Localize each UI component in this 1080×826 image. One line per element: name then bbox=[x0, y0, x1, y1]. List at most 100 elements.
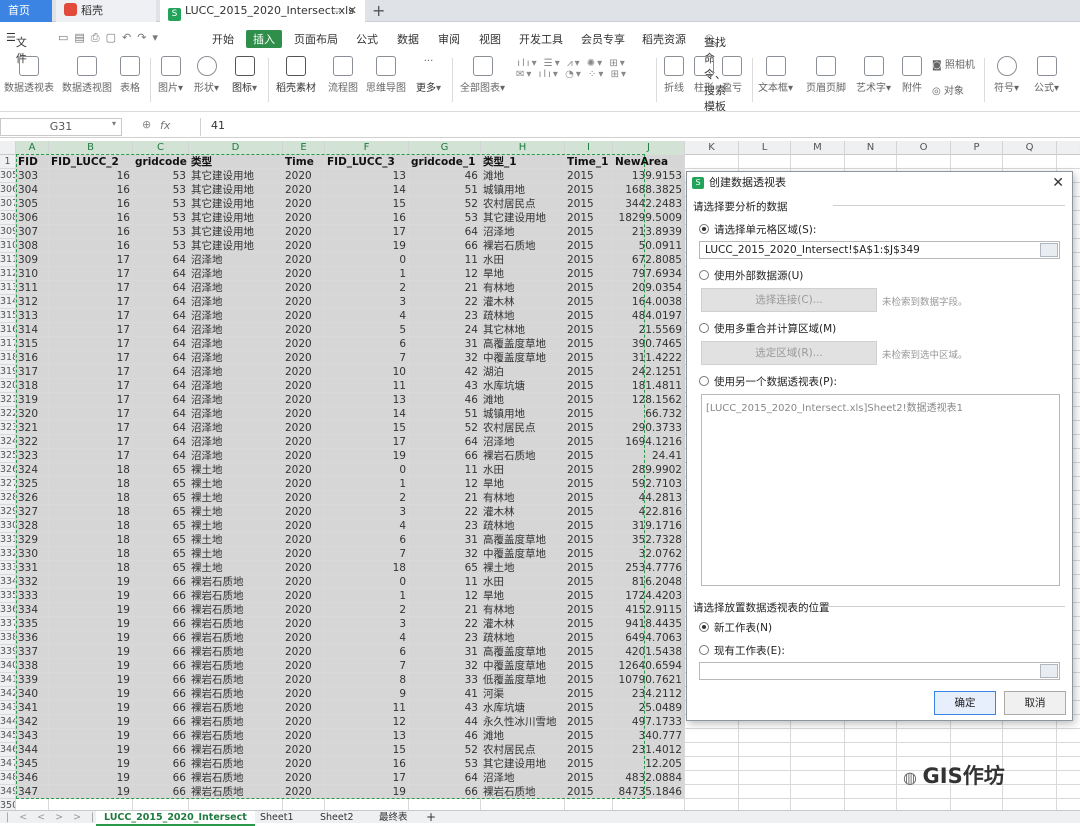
table-cell[interactable]: 65 bbox=[133, 463, 189, 477]
table-cell[interactable]: 沼泽地 bbox=[189, 435, 283, 449]
row-number[interactable]: 329 bbox=[0, 505, 16, 519]
table-cell[interactable]: 裸岩石质地 bbox=[189, 631, 283, 645]
table-cell[interactable]: 2015 bbox=[565, 729, 613, 743]
table-cell[interactable]: 沼泽地 bbox=[189, 407, 283, 421]
table-cell[interactable]: 311.4222 bbox=[613, 351, 685, 365]
row-number[interactable]: 333 bbox=[0, 561, 16, 575]
pivot-chart-button[interactable]: 数据透视图 bbox=[62, 56, 112, 94]
row-number[interactable]: 347 bbox=[0, 757, 16, 771]
radio-existing-sheet[interactable]: 现有工作表(E): bbox=[699, 643, 785, 658]
row-number[interactable]: 343 bbox=[0, 701, 16, 715]
table-cell[interactable]: 其它建设用地 bbox=[189, 225, 283, 239]
table-cell[interactable]: 2015 bbox=[565, 645, 613, 659]
table-cell[interactable]: 2015 bbox=[565, 547, 613, 561]
table-cell[interactable] bbox=[1003, 729, 1057, 743]
table-cell[interactable]: 2020 bbox=[283, 337, 325, 351]
table-cell[interactable]: 8 bbox=[325, 673, 409, 687]
table-cell[interactable]: 320 bbox=[16, 407, 49, 421]
table-cell[interactable]: 2020 bbox=[283, 519, 325, 533]
table-cell[interactable]: 64 bbox=[133, 351, 189, 365]
table-cell[interactable]: 84735.1846 bbox=[613, 785, 685, 799]
table-cell[interactable]: 疏林地 bbox=[481, 519, 565, 533]
table-cell[interactable]: 66 bbox=[133, 589, 189, 603]
table-cell[interactable]: 53 bbox=[133, 197, 189, 211]
table-cell[interactable]: 289.9902 bbox=[613, 463, 685, 477]
table-cell[interactable]: 22 bbox=[409, 617, 481, 631]
table-cell[interactable]: 18299.5009 bbox=[613, 211, 685, 225]
table-cell[interactable]: 高覆盖度草地 bbox=[481, 533, 565, 547]
row-number[interactable]: 320 bbox=[0, 379, 16, 393]
table-cell[interactable]: 64 bbox=[133, 281, 189, 295]
table-cell[interactable]: 17 bbox=[325, 771, 409, 785]
zoom-icon[interactable]: ⊕ bbox=[142, 118, 151, 131]
table-cell[interactable]: 53 bbox=[133, 169, 189, 183]
table-cell[interactable]: 2015 bbox=[565, 295, 613, 309]
row-number[interactable]: 339 bbox=[0, 645, 16, 659]
table-cell[interactable]: 65 bbox=[409, 561, 481, 575]
table-cell[interactable]: 19 bbox=[49, 687, 133, 701]
table-cell[interactable]: 2015 bbox=[565, 253, 613, 267]
table-cell[interactable] bbox=[845, 771, 897, 785]
row-number[interactable]: 321 bbox=[0, 393, 16, 407]
table-cell[interactable]: 2 bbox=[325, 281, 409, 295]
table-cell[interactable]: 农村居民点 bbox=[481, 421, 565, 435]
table-cell[interactable]: 340.777 bbox=[613, 729, 685, 743]
table-cell[interactable]: 65 bbox=[133, 547, 189, 561]
table-cell[interactable]: 21 bbox=[409, 491, 481, 505]
header-cell[interactable]: Time_1 bbox=[565, 155, 613, 169]
header-cell[interactable] bbox=[685, 155, 739, 169]
select-all-corner[interactable] bbox=[0, 141, 16, 155]
table-cell[interactable]: 7 bbox=[325, 547, 409, 561]
table-cell[interactable]: 306 bbox=[16, 211, 49, 225]
table-cell[interactable]: 沼泽地 bbox=[189, 393, 283, 407]
table-cell[interactable]: 裸岩石质地 bbox=[189, 645, 283, 659]
table-cell[interactable]: 12 bbox=[409, 477, 481, 491]
table-cell[interactable]: 18 bbox=[49, 463, 133, 477]
table-cell[interactable]: 66 bbox=[409, 449, 481, 463]
namebox-dropdown-icon[interactable]: ▾ bbox=[112, 119, 116, 128]
table-cell[interactable]: 343 bbox=[16, 729, 49, 743]
menu-view[interactable]: 视图 bbox=[479, 31, 501, 47]
table-cell[interactable]: 11 bbox=[409, 575, 481, 589]
table-cell[interactable]: 11 bbox=[409, 463, 481, 477]
header-cell[interactable] bbox=[1003, 155, 1057, 169]
table-cell[interactable]: 64 bbox=[133, 267, 189, 281]
row-number[interactable]: 331 bbox=[0, 533, 16, 547]
select-area-button[interactable]: 选定区域(R)... bbox=[701, 341, 877, 365]
row-number[interactable]: 341 bbox=[0, 673, 16, 687]
table-cell[interactable]: 3 bbox=[325, 505, 409, 519]
table-cell[interactable]: 52 bbox=[409, 197, 481, 211]
table-cell[interactable]: 23 bbox=[409, 519, 481, 533]
all-charts-button[interactable]: 全部图表▾ bbox=[460, 56, 505, 94]
column-header-D[interactable]: D bbox=[189, 141, 283, 155]
table-cell[interactable]: 旱地 bbox=[481, 589, 565, 603]
table-cell[interactable] bbox=[1003, 757, 1057, 771]
table-cell[interactable]: 2015 bbox=[565, 309, 613, 323]
table-cell[interactable]: 高覆盖度草地 bbox=[481, 337, 565, 351]
table-cell[interactable]: 2020 bbox=[283, 743, 325, 757]
table-cell[interactable]: 2020 bbox=[283, 323, 325, 337]
table-cell[interactable]: 324 bbox=[16, 463, 49, 477]
table-cell[interactable]: 13 bbox=[325, 169, 409, 183]
table-cell[interactable]: 2020 bbox=[283, 575, 325, 589]
table-cell[interactable]: 裸土地 bbox=[189, 463, 283, 477]
table-cell[interactable]: 17 bbox=[49, 379, 133, 393]
table-cell[interactable]: 裸土地 bbox=[189, 561, 283, 575]
table-cell[interactable]: 315 bbox=[16, 337, 49, 351]
row-number[interactable]: 348 bbox=[0, 771, 16, 785]
table-cell[interactable]: 4201.5438 bbox=[613, 645, 685, 659]
tab-workbook[interactable]: S LUCC_2015_2020_Intersect.xls ▭ ✕ bbox=[160, 0, 365, 22]
table-cell[interactable]: 11 bbox=[325, 701, 409, 715]
table-cell[interactable]: 7 bbox=[325, 351, 409, 365]
menu-page-layout[interactable]: 页面布局 bbox=[294, 31, 338, 47]
table-cell[interactable]: 18 bbox=[49, 491, 133, 505]
table-cell[interactable]: 17 bbox=[49, 323, 133, 337]
table-cell[interactable]: 9 bbox=[325, 687, 409, 701]
sheet-tab-final[interactable]: 最终表 bbox=[379, 811, 408, 824]
table-cell[interactable]: 2020 bbox=[283, 463, 325, 477]
table-cell[interactable]: 66 bbox=[133, 631, 189, 645]
table-cell[interactable]: 64 bbox=[409, 771, 481, 785]
table-cell[interactable]: 2015 bbox=[565, 561, 613, 575]
menu-developer[interactable]: 开发工具 bbox=[519, 31, 563, 47]
table-cell[interactable]: 325 bbox=[16, 477, 49, 491]
